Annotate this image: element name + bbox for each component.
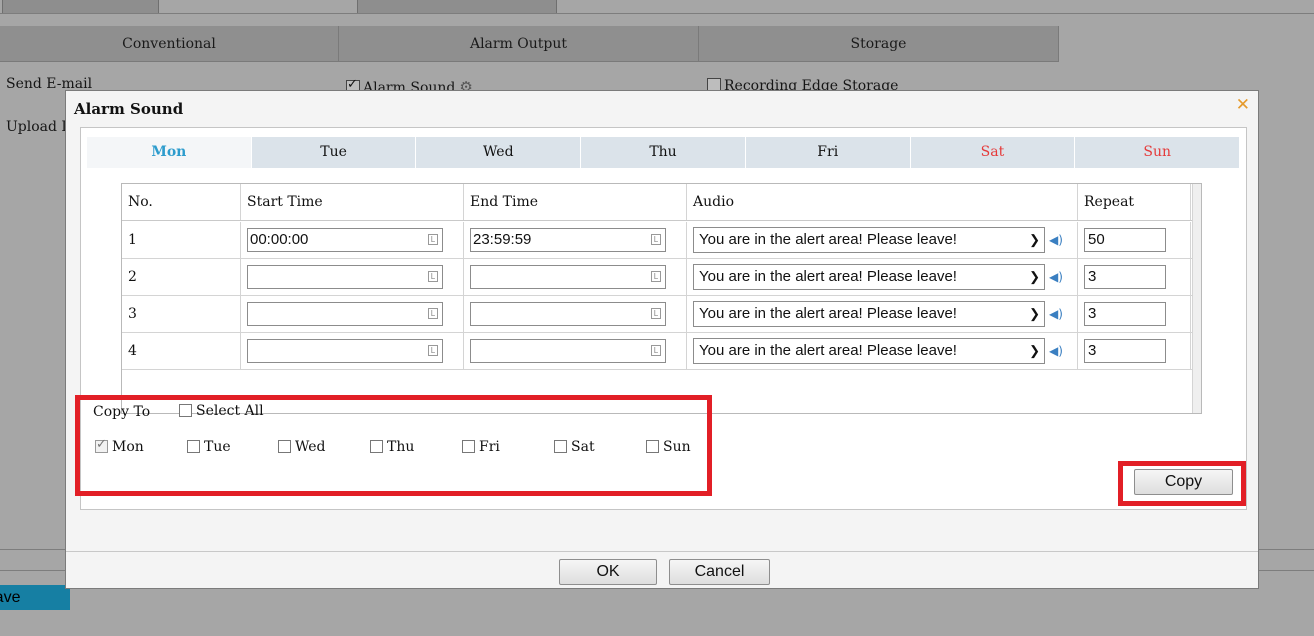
copy-to-highlight [75,395,712,496]
close-icon[interactable]: ✕ [1236,95,1250,115]
bg-tabs-divider [0,13,1314,14]
bg-col-conventional: Conventional [0,26,339,62]
row-no: 4 [122,333,241,369]
clock-icon[interactable]: L [428,271,438,282]
schedule-table: No. Start Time End Time Audio Repeat 1 0… [121,183,1202,414]
tab-fri[interactable]: Fri [745,137,911,168]
start-time-value: 00:00:00 [250,231,309,248]
row-no: 2 [122,259,241,295]
table-row: 1 00:00:00 L 23:59:59 L You are in the ale… [122,222,1201,259]
header-audio: Audio [687,184,1078,220]
bg-tab-2[interactable] [357,0,557,14]
tab-tue[interactable]: Tue [251,137,417,168]
row-repeat-cell: 50 [1078,222,1191,258]
chevron-down-icon: ❯ [1029,269,1040,284]
audio-select[interactable]: You are in the alert area! Please leave!… [693,264,1045,290]
header-no: No. [122,184,241,220]
chevron-down-icon: ❯ [1029,343,1040,358]
row-start-cell: L [241,333,464,369]
clock-icon[interactable]: L [651,308,661,319]
audio-select[interactable]: You are in the alert area! Please leave!… [693,301,1045,327]
end-time-input[interactable]: 23:59:59 L [470,228,666,252]
audio-value: You are in the alert area! Please leave! [699,342,957,359]
audio-select[interactable]: You are in the alert area! Please leave!… [693,227,1045,253]
tab-mon[interactable]: Mon [87,137,252,168]
bg-col-alarm-output: Alarm Output [339,26,699,62]
tab-sat[interactable]: Sat [910,137,1076,168]
clock-icon[interactable]: L [428,234,438,245]
clock-icon[interactable]: L [428,345,438,356]
tab-thu[interactable]: Thu [581,137,746,168]
tab-sun[interactable]: Sun [1075,137,1241,168]
footer-divider [66,551,1258,552]
row-end-cell: L [464,333,687,369]
speaker-icon[interactable]: ◀) [1049,233,1063,247]
dialog-title: Alarm Sound [74,100,184,118]
row-start-cell: L [241,296,464,332]
clock-icon[interactable]: L [651,271,661,282]
header-repeat: Repeat [1078,184,1191,220]
end-time-value: 23:59:59 [473,231,532,248]
chevron-down-icon: ❯ [1029,306,1040,321]
table-row: 4 L L You are in the alert area! Please … [122,333,1201,370]
table-row: 2 L L You are in the alert area! Please … [122,259,1201,296]
bg-tab-1[interactable] [2,0,159,14]
repeat-input[interactable]: 3 [1084,339,1166,363]
row-audio-cell: You are in the alert area! Please leave!… [687,259,1078,295]
audio-select[interactable]: You are in the alert area! Please leave!… [693,338,1045,364]
start-time-input[interactable]: L [247,339,443,363]
table-row: 3 L L You are in the alert area! Please … [122,296,1201,333]
row-start-cell: L [241,259,464,295]
row-audio-cell: You are in the alert area! Please leave!… [687,296,1078,332]
clock-icon[interactable]: L [428,308,438,319]
end-time-input[interactable]: L [470,339,666,363]
row-audio-cell: You are in the alert area! Please leave!… [687,333,1078,369]
header-end-time: End Time [464,184,687,220]
repeat-input[interactable]: 3 [1084,302,1166,326]
copy-button-highlight [1118,461,1246,506]
start-time-input[interactable]: 00:00:00 L [247,228,443,252]
audio-value: You are in the alert area! Please leave! [699,305,957,322]
speaker-icon[interactable]: ◀) [1049,344,1063,358]
row-end-cell: L [464,259,687,295]
day-tabs: Mon Tue Wed Thu Fri Sat Sun [87,137,1241,168]
row-repeat-cell: 3 [1078,333,1191,369]
table-scrollbar[interactable] [1192,184,1201,413]
speaker-icon[interactable]: ◀) [1049,307,1063,321]
end-time-input[interactable]: L [470,265,666,289]
header-start-time: Start Time [241,184,464,220]
row-repeat-cell: 3 [1078,259,1191,295]
alarm-sound-dialog: Alarm Sound ✕ Mon Tue Wed Thu Fri Sat Su… [65,90,1259,589]
start-time-input[interactable]: L [247,265,443,289]
row-no: 3 [122,296,241,332]
tab-wed[interactable]: Wed [416,137,582,168]
cancel-button[interactable]: Cancel [669,559,770,585]
repeat-input[interactable]: 50 [1084,228,1166,252]
bg-col-storage: Storage [699,26,1059,62]
table-header: No. Start Time End Time Audio Repeat [122,184,1201,221]
save-button[interactable]: Save [0,585,70,610]
row-audio-cell: You are in the alert area! Please leave!… [687,222,1078,258]
end-time-input[interactable]: L [470,302,666,326]
clock-icon[interactable]: L [651,345,661,356]
audio-value: You are in the alert area! Please leave! [699,268,957,285]
audio-value: You are in the alert area! Please leave! [699,231,957,248]
clock-icon[interactable]: L [651,234,661,245]
repeat-input[interactable]: 3 [1084,265,1166,289]
row-start-cell: 00:00:00 L [241,222,464,258]
row-end-cell: 23:59:59 L [464,222,687,258]
chevron-down-icon: ❯ [1029,232,1040,247]
start-time-input[interactable]: L [247,302,443,326]
ok-button[interactable]: OK [559,559,657,585]
row-end-cell: L [464,296,687,332]
row-no: 1 [122,222,241,258]
row-repeat-cell: 3 [1078,296,1191,332]
speaker-icon[interactable]: ◀) [1049,270,1063,284]
